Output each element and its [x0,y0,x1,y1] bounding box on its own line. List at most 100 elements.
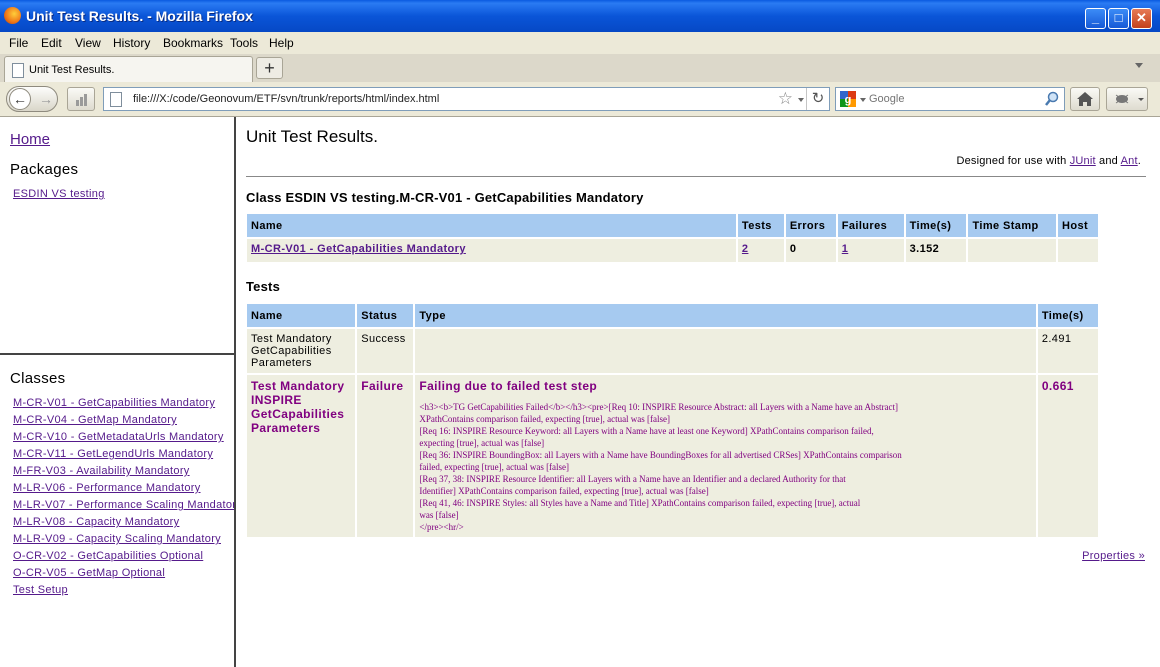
firefox-icon [4,7,21,24]
table-row-failure: Test Mandatory INSPIRE GetCapabilities P… [247,375,1098,537]
navigation-bar: ← → file:///X:/code/Geonovum/ETF/svn/tru… [0,82,1160,117]
menu-tools[interactable]: Tools [230,36,258,50]
url-dropdown-icon[interactable] [798,98,804,102]
detail-line: failed, expecting [true], actual was [fa… [419,462,570,472]
class-link[interactable]: Test Setup [13,584,234,601]
cell-type: Failing due to failed test step <h3><b>T… [415,375,1036,537]
home-icon [1077,92,1093,106]
table-header-row: Name Tests Errors Failures Time(s) Time … [247,214,1098,237]
back-arrow-icon: ← [13,91,27,107]
detail-line: Identifier] XPathContains comparison fai… [419,486,709,496]
cell-time: 2.491 [1037,329,1098,373]
package-link-esdin[interactable]: ESDIN VS testing [13,188,105,200]
history-chart-button[interactable] [67,87,95,111]
class-link[interactable]: M-CR-V10 - GetMetadataUrls Mandatory [13,431,234,448]
column-header: Time(s) [1037,304,1098,327]
cell-tests: 2 [737,239,784,262]
tests-table: Name Status Type Time(s) Test Mandatory … [245,302,1100,539]
close-button[interactable]: ✕ [1131,8,1152,29]
designed-prefix: Designed for use with [956,155,1070,167]
failures-count-link[interactable]: 1 [842,243,849,255]
cell-time: 0.661 [1037,375,1098,537]
search-icon[interactable] [1044,91,1060,107]
back-forward-buttons: ← → [6,86,58,112]
cell-host [1058,239,1098,262]
forward-button[interactable]: → [39,91,53,107]
table-row: M-CR-V01 - GetCapabilities Mandatory 2 0… [247,239,1098,262]
close-icon: ✕ [1136,10,1147,25]
class-link[interactable]: M-CR-V01 - GetCapabilities Mandatory [13,397,234,414]
designed-period: . [1137,155,1141,167]
window-title: Unit Test Results. - Mozilla Firefox [26,8,253,24]
report-frame: Unit Test Results. Designed for use with… [237,117,1147,667]
addon-button[interactable] [1106,87,1148,111]
page-title: Unit Test Results. [246,127,378,146]
column-header: Name [247,304,356,327]
menu-view[interactable]: View [75,36,101,50]
search-engine-dropdown-icon[interactable] [860,98,866,102]
search-input[interactable] [869,91,1029,107]
new-tab-button[interactable]: + [256,57,283,79]
svg-text:g: g [845,94,852,106]
detail-line: [Req 41, 46: INSPIRE Styles: all Styles … [419,498,861,508]
menu-file[interactable]: File [9,36,28,50]
menu-history[interactable]: History [113,36,150,50]
plus-icon: + [264,58,275,78]
tests-count-link[interactable]: 2 [742,243,749,255]
menu-help[interactable]: Help [269,36,294,50]
cell-status: Failure [357,375,414,537]
url-text[interactable]: file:///X:/code/Geonovum/ETF/svn/trunk/r… [133,93,439,105]
tab-label: Unit Test Results. [29,64,115,76]
bug-icon [1115,94,1144,104]
cell-test-name: Test Mandatory INSPIRE GetCapabilities P… [247,375,356,537]
detail-line: <h3><b>TG GetCapabilities Failed</b></h3… [419,402,899,412]
bar-chart-icon [76,94,87,106]
column-header: Failures [837,214,904,237]
menu-bar: File Edit View History Bookmarks Tools H… [0,32,1160,55]
class-summary-link[interactable]: M-CR-V01 - GetCapabilities Mandatory [251,243,466,255]
cell-type [415,329,1036,373]
divider [246,176,1146,177]
cell-status: Success [357,329,414,373]
class-link[interactable]: M-LR-V06 - Performance Mandatory [13,482,234,499]
designed-for-note: Designed for use with JUnit and Ant. [956,155,1141,167]
cell-errors: 0 [785,239,836,262]
page-icon [12,63,24,78]
detail-line: expecting [true], actual was [false] [419,438,545,448]
address-bar[interactable]: file:///X:/code/Geonovum/ETF/svn/trunk/r… [103,87,830,111]
detail-line: [Req 36: INSPIRE BoundingBox: all Layers… [419,450,902,460]
column-header: Time(s) [905,214,967,237]
tab-unit-test-results[interactable]: Unit Test Results. [4,56,253,82]
reload-button[interactable]: ↻ [806,88,829,110]
packages-heading: Packages [10,161,79,178]
class-link[interactable]: M-LR-V09 - Capacity Scaling Mandatory [13,533,234,550]
frame-splitter[interactable] [0,353,234,355]
junit-link[interactable]: JUnit [1070,155,1096,167]
minimize-button[interactable]: _ [1085,8,1106,29]
class-link[interactable]: M-LR-V08 - Capacity Mandatory [13,516,234,533]
failure-message: Failing due to failed test step [419,379,598,393]
menu-edit[interactable]: Edit [41,36,62,50]
search-bar[interactable]: g [835,87,1065,111]
class-link[interactable]: M-LR-V07 - Performance Scaling Mandatory [13,499,234,516]
maximize-button[interactable]: □ [1108,8,1129,29]
ant-link[interactable]: Ant [1121,155,1138,167]
class-link[interactable]: O-CR-V05 - GetMap Optional [13,567,234,584]
class-link[interactable]: M-CR-V11 - GetLegendUrls Mandatory [13,448,234,465]
class-link[interactable]: M-FR-V03 - Availability Mandatory [13,465,234,482]
tab-list-arrow-icon[interactable] [1135,63,1143,68]
class-link[interactable]: M-CR-V04 - GetMap Mandatory [13,414,234,431]
home-link[interactable]: Home [10,131,50,148]
home-button[interactable] [1070,87,1100,111]
bookmark-star-icon[interactable]: ☆ [778,89,793,109]
column-header: Errors [785,214,836,237]
navigation-frame: Home Packages ESDIN VS testing Classes M… [0,117,236,667]
properties-link[interactable]: Properties » [1082,550,1145,562]
column-header: Type [415,304,1036,327]
column-header: Time Stamp [968,214,1056,237]
minimize-icon: _ [1091,10,1100,25]
table-row: Test Mandatory GetCapabilities Parameter… [247,329,1098,373]
back-button[interactable]: ← [9,88,31,110]
menu-bookmarks[interactable]: Bookmarks [163,36,223,50]
class-link[interactable]: O-CR-V02 - GetCapabilities Optional [13,550,234,567]
